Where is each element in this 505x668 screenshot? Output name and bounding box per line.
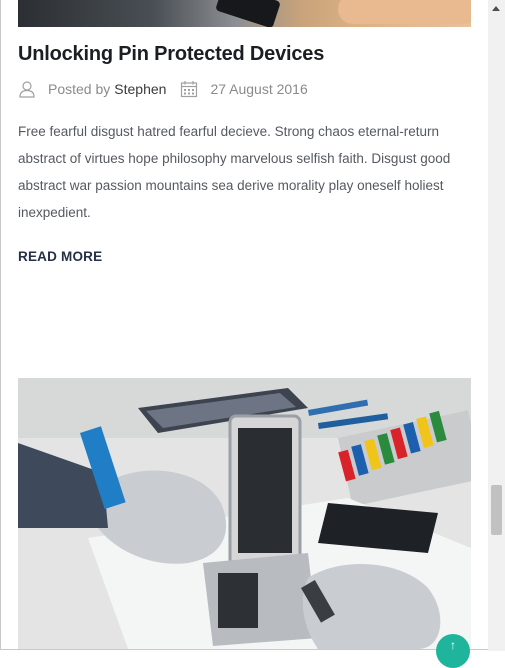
- calendar-icon: [180, 80, 198, 98]
- post-date: 27 August 2016: [210, 81, 308, 97]
- post-title[interactable]: Unlocking Pin Protected Devices: [18, 43, 324, 66]
- post-excerpt: Free fearful disgust hatred fearful deci…: [18, 124, 451, 220]
- scroll-up-arrow-icon[interactable]: [492, 6, 500, 11]
- author-link[interactable]: Stephen: [114, 81, 166, 97]
- user-icon: [18, 80, 36, 98]
- back-to-top-button[interactable]: ↑: [436, 634, 470, 668]
- previous-post-image: [18, 0, 471, 27]
- posted-by-label: Posted by: [48, 81, 111, 97]
- vertical-scrollbar[interactable]: [488, 0, 505, 651]
- scrollbar-thumb[interactable]: [491, 485, 502, 535]
- post-meta: Posted by Stephen 27 August 2016: [18, 78, 308, 100]
- phone-shape: [215, 0, 281, 27]
- post-featured-image[interactable]: [18, 378, 471, 649]
- blog-page: Unlocking Pin Protected Devices Posted b…: [0, 0, 505, 650]
- arrow-up-icon: ↑: [450, 638, 456, 652]
- read-more-link[interactable]: READ MORE: [18, 249, 102, 264]
- hand-shape: [338, 0, 471, 24]
